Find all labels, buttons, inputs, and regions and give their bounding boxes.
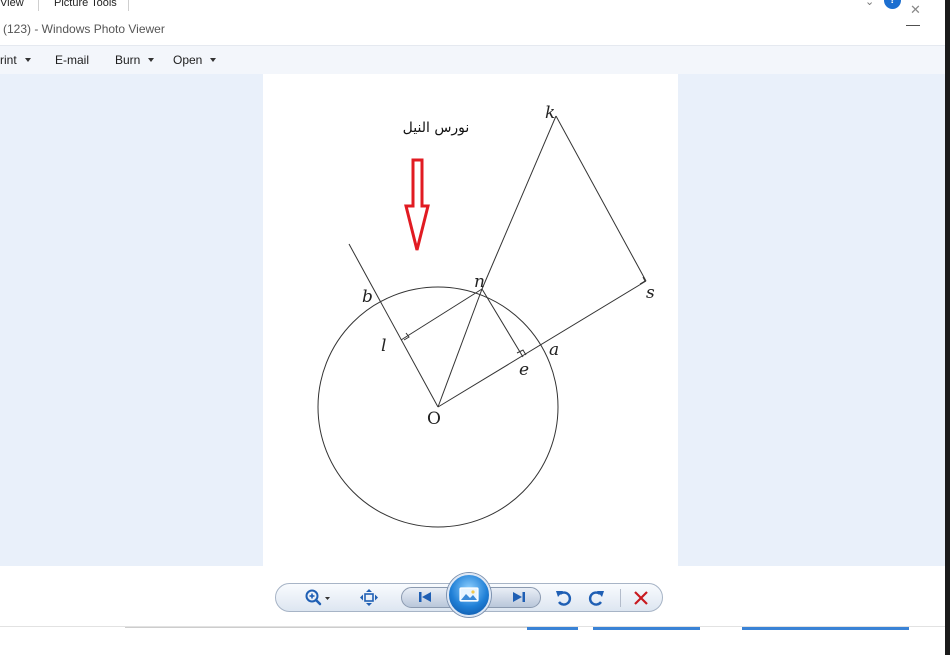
background-button [742,627,909,630]
email-button[interactable]: E-mail [55,53,89,67]
geometry-figure: k b n s l a e O نورس النيل [317,103,655,528]
divider-line [125,627,527,628]
burn-menu[interactable]: Burn [115,53,155,67]
label-b: b [362,287,373,307]
title-bar: (123) - Windows Photo Viewer — [0,14,945,45]
previous-button[interactable] [416,588,434,608]
label-a: a [549,340,559,360]
next-button[interactable] [510,588,528,608]
burn-menu-label: Burn [115,53,141,67]
desktop-edge [945,0,950,655]
line-n-k [481,115,557,290]
label-k: k [545,103,555,123]
background-button [593,627,700,630]
caret-down-icon [210,58,217,62]
line-k-s [555,115,647,282]
red-arrow-icon [404,158,430,251]
rotate-clockwise-icon [588,591,604,606]
zoom-icon [305,589,330,606]
label-o: O [427,409,441,429]
rotate-clockwise-button[interactable] [586,588,606,608]
open-menu[interactable]: Open [173,53,217,67]
toolbar-divider [620,589,621,607]
menu-bar: rint E-mail Burn Open [0,45,945,76]
open-menu-label: Open [173,53,203,67]
previous-icon [419,592,431,602]
zoom-button[interactable] [303,588,333,608]
background-window-tabs: View Picture Tools ⌄ ? ✕ [0,0,950,17]
caret-down-icon [148,58,155,62]
rotate-counterclockwise-button[interactable] [554,588,574,608]
delete-button[interactable] [631,588,651,608]
print-menu-label: rint [0,53,17,67]
actual-size-icon [360,589,378,606]
delete-icon [634,591,648,605]
rotate-counterclockwise-icon [556,591,572,606]
next-icon [513,592,525,602]
photo-viewer-window: (123) - Windows Photo Viewer — rint E-ma… [0,14,945,626]
image-view-area: k b n s l a e O نورس النيل [0,74,945,566]
help-icon[interactable]: ? [884,0,901,9]
tab-divider [38,0,39,11]
line-o-s [437,280,647,408]
caret-down-icon [24,58,31,62]
label-n: n [474,272,485,292]
print-menu[interactable]: rint [0,53,31,67]
label-e: e [519,360,529,380]
label-l: l [381,336,386,356]
background-window-footer [0,626,945,656]
chevron-down-icon[interactable]: ⌄ [865,0,874,8]
slideshow-icon [459,587,479,602]
line-n-e [481,288,524,358]
actual-size-button[interactable] [359,588,379,608]
line-o-n [437,288,483,408]
slideshow-button[interactable] [447,573,491,617]
background-button [527,627,578,630]
email-label: E-mail [55,53,90,67]
window-title: (123) - Windows Photo Viewer [3,22,165,36]
minimize-icon[interactable]: — [906,16,920,32]
line-l-n [400,288,483,341]
tab-view[interactable]: View [0,0,24,9]
tab-divider [128,0,129,11]
tab-picture-tools[interactable]: Picture Tools [54,0,117,9]
watermark-text: نورس النيل [403,120,470,136]
displayed-photo: k b n s l a e O نورس النيل [263,74,678,566]
label-s: s [646,283,655,303]
